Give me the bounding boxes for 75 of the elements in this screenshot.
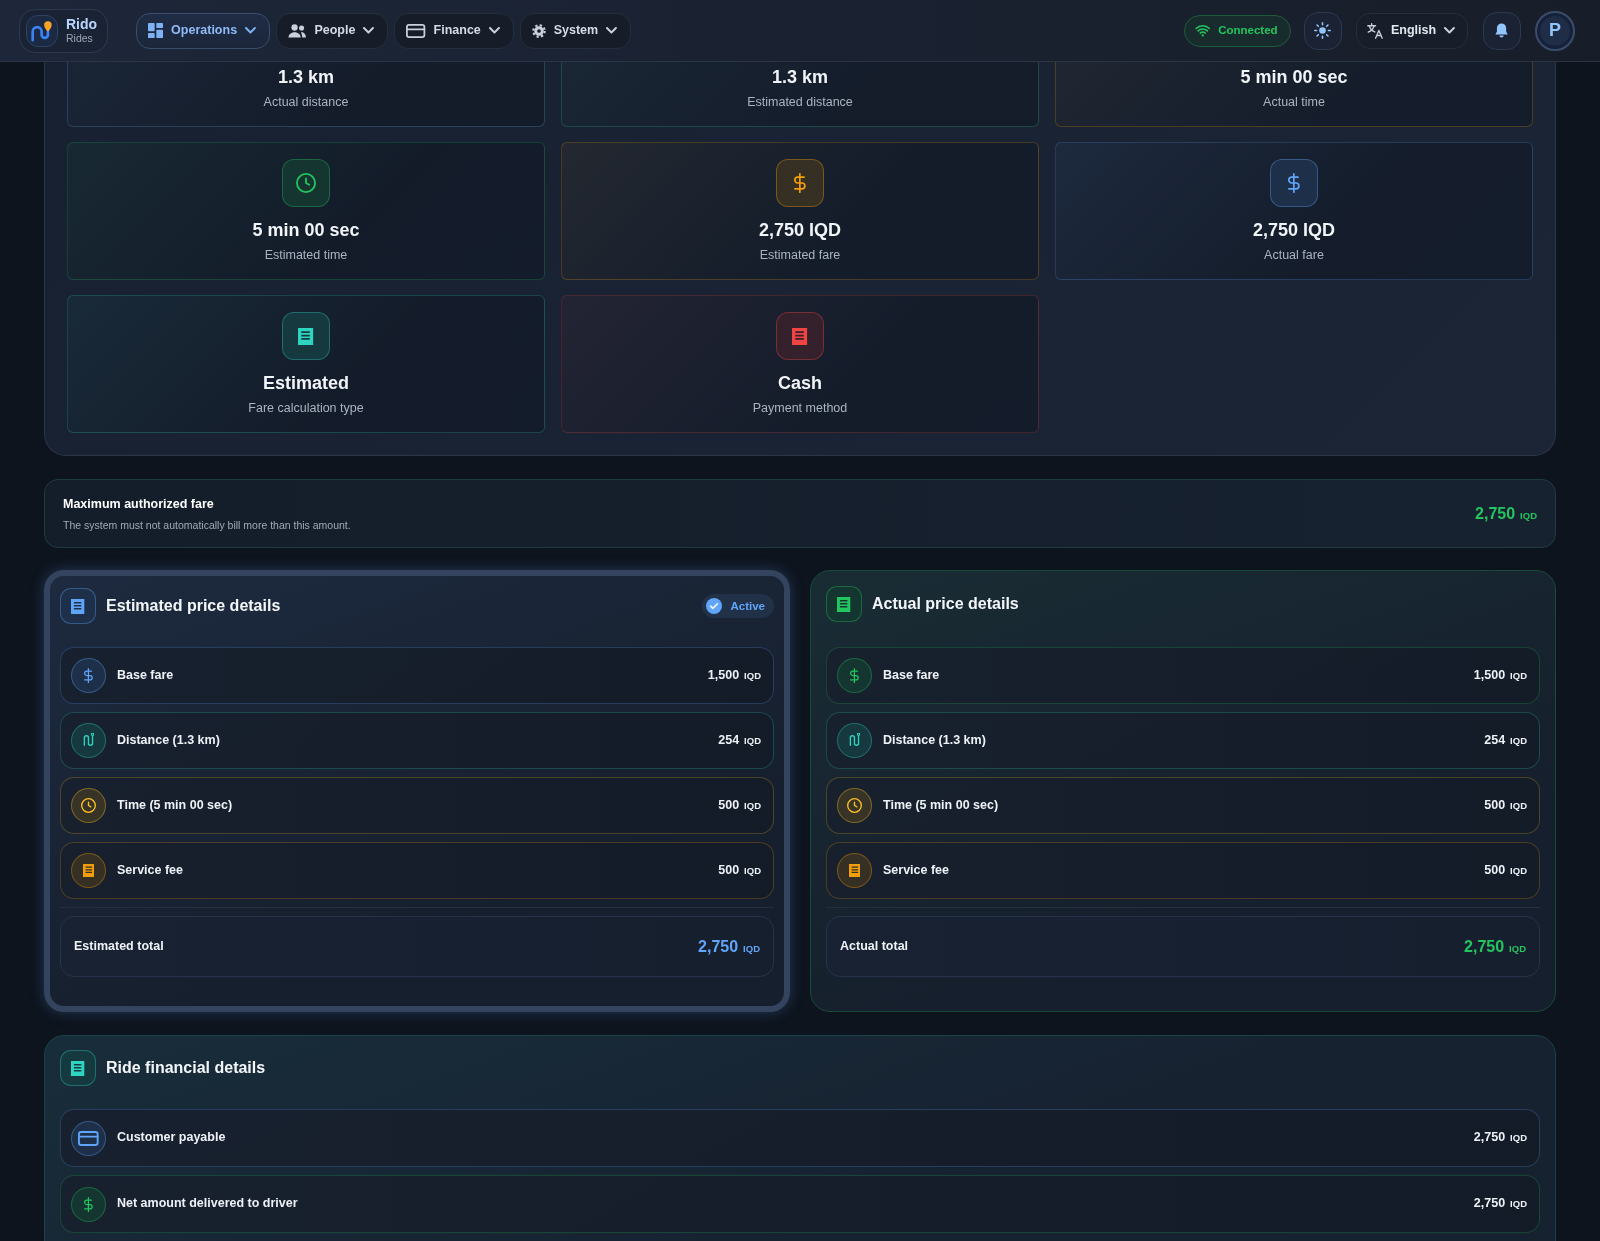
stat-label: Fare calculation type <box>248 400 364 417</box>
fare-item-amount: 2,750 IQD <box>1473 1196 1527 1212</box>
stat-value: 5 min 00 sec <box>1240 66 1348 88</box>
fare-cap-title: Maximum authorized fare <box>63 495 215 512</box>
fare-item-amount: 2,750 IQD <box>1473 1130 1527 1146</box>
wifi-icon <box>1194 24 1211 37</box>
chevron-down-icon <box>488 27 500 34</box>
settings-icon <box>531 23 546 38</box>
fare-item-label: Base fare <box>117 667 174 684</box>
fare-item-amount: 500 IQD <box>1484 797 1527 814</box>
people-icon <box>288 23 307 38</box>
panel-title: Ride financial details <box>106 1058 266 1078</box>
stat-label: Payment method <box>752 400 848 417</box>
nav-menu-button[interactable]: People <box>276 12 389 49</box>
fare-item-label: Time (5 min 00 sec) <box>117 797 233 814</box>
total-amount: 2,750 IQD <box>698 936 760 957</box>
chevron-down-icon <box>363 27 375 34</box>
chevron-down-icon <box>1444 27 1455 34</box>
nav-menu-button[interactable]: System <box>519 12 632 49</box>
translate-icon <box>1366 22 1383 39</box>
fare-item-label: Base fare <box>883 667 940 684</box>
stat-value: 2,750 IQD <box>1252 219 1335 241</box>
stat-label: Actual distance <box>263 94 349 111</box>
fare-item-amount: 500 IQD <box>1484 862 1527 879</box>
fare-item-label: Time (5 min 00 sec) <box>883 797 999 814</box>
fare-item-label: Distance (1.3 km) <box>883 732 986 749</box>
fare-item-label: Service fee <box>883 862 950 879</box>
logo-icon <box>26 14 58 47</box>
fare-item-amount: 500 IQD <box>718 862 761 879</box>
notifications-button[interactable] <box>1483 11 1521 50</box>
fare-item-label: Net amount delivered to driver <box>117 1196 298 1212</box>
stat-value: Estimated <box>263 372 349 394</box>
fare-item-amount: 254 IQD <box>718 732 761 749</box>
stat-value: Cash <box>778 372 822 394</box>
credit-card-icon <box>406 23 426 38</box>
stat-value: 1.3 km <box>771 66 828 88</box>
stat-label: Estimated time <box>264 247 348 264</box>
fare-item-amount: 1,500 IQD <box>1473 667 1527 684</box>
fare-item-label: Customer payable <box>117 1130 226 1146</box>
bell-icon <box>1495 23 1509 38</box>
receipt-icon <box>826 586 862 622</box>
total-label: Actual total <box>840 938 909 955</box>
brand-subtitle: Rides <box>66 32 94 45</box>
fare-item-amount: 500 IQD <box>718 797 761 814</box>
stat-value: 1.3 km <box>277 66 334 88</box>
language-button[interactable]: English <box>1355 12 1468 49</box>
nav-menu-button[interactable]: Finance <box>394 12 514 49</box>
stat-label: Estimated fare <box>759 247 841 264</box>
fare-item-label: Service fee <box>117 862 184 879</box>
receipt-icon <box>60 588 96 624</box>
check-circle-icon <box>706 598 723 614</box>
fare-cap-description: The system must not automatically bill more than this amount. <box>63 517 351 532</box>
fare-item-amount: 254 IQD <box>1484 732 1527 749</box>
chevron-down-icon <box>245 27 256 34</box>
connection-label: Connected <box>1218 23 1278 38</box>
theme-toggle-button[interactable] <box>1303 11 1342 50</box>
chevron-down-icon <box>606 27 618 34</box>
status-label: Active <box>730 598 765 614</box>
fare-item-label: Distance (1.3 km) <box>117 732 220 749</box>
brand-name: Rido <box>66 16 98 32</box>
total-label: Estimated total <box>74 938 164 955</box>
stat-value: 5 min 00 sec <box>252 219 360 241</box>
sun-icon <box>1314 22 1332 39</box>
fare-cap-amount: 2,750 IQD <box>1475 503 1537 524</box>
fare-item-amount: 1,500 IQD <box>707 667 761 684</box>
stat-label: Actual time <box>1263 94 1325 111</box>
dashboard-icon <box>148 23 164 38</box>
stat-value: 2,750 IQD <box>758 219 841 241</box>
stat-label: Actual fare <box>1264 247 1324 264</box>
panel-title: Estimated price details <box>106 596 281 616</box>
nav-menu-button[interactable]: Operations <box>136 12 270 49</box>
total-amount: 2,750 IQD <box>1464 936 1526 957</box>
panel-title: Actual price details <box>872 594 1019 614</box>
stat-label: Estimated distance <box>747 94 853 111</box>
avatar-button[interactable]: P <box>1535 10 1575 51</box>
